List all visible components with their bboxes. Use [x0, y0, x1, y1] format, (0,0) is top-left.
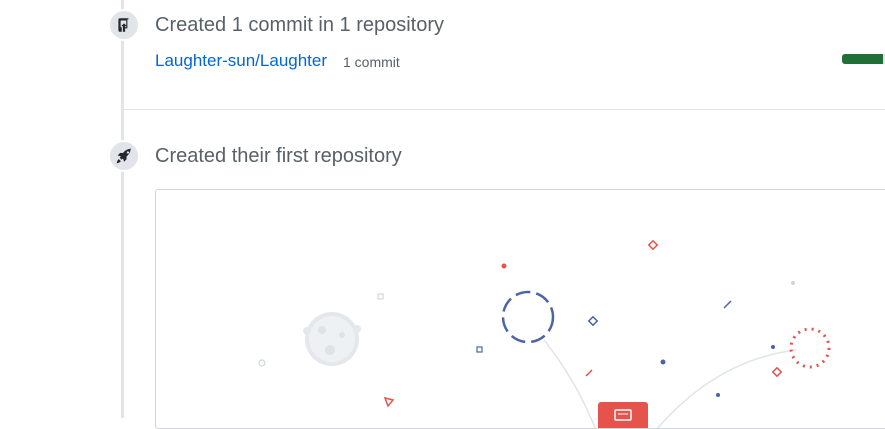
- dot-blue-3: [716, 393, 720, 397]
- event-title-commits: Created 1 commit in 1 repository: [155, 14, 445, 36]
- dashed-ring-icon: [501, 290, 555, 344]
- first-repository-illustration: [155, 189, 885, 429]
- diamond-blue-1: [587, 315, 599, 327]
- dash-blue-1: [723, 300, 732, 309]
- commit-progress-bar: [842, 54, 885, 64]
- rocket-icon: [108, 140, 140, 172]
- triangle-red-1: [383, 396, 395, 408]
- repo-push-icon: [108, 9, 140, 41]
- illustration-canvas: [258, 239, 831, 428]
- dot-blue-1: [660, 359, 666, 365]
- repository-link[interactable]: Laughter-sun/Laughter: [155, 51, 327, 71]
- square-blue-1: [476, 346, 483, 353]
- ring-gray-1: [258, 359, 266, 367]
- timeline-divider: [124, 109, 885, 110]
- dot-red-1: [501, 263, 507, 269]
- diamond-red-2: [771, 366, 783, 378]
- event-title-first-repository: Created their first repository: [155, 145, 402, 167]
- commit-count: 1 commit: [343, 54, 400, 70]
- dot-gray-1: [791, 281, 795, 285]
- diamond-red-1: [647, 239, 659, 251]
- orbit-line-right: [656, 349, 797, 428]
- square-gray-1: [377, 293, 384, 300]
- commit-progress-fill: [842, 54, 883, 64]
- planet-dots-icon: [789, 327, 831, 369]
- orbit-line-left: [543, 339, 596, 428]
- timeline-line: [121, 0, 124, 418]
- repo-window-icon: [598, 402, 648, 428]
- dash-red-1: [585, 369, 593, 377]
- moon-icon: [303, 312, 361, 366]
- dot-blue-2: [771, 345, 775, 349]
